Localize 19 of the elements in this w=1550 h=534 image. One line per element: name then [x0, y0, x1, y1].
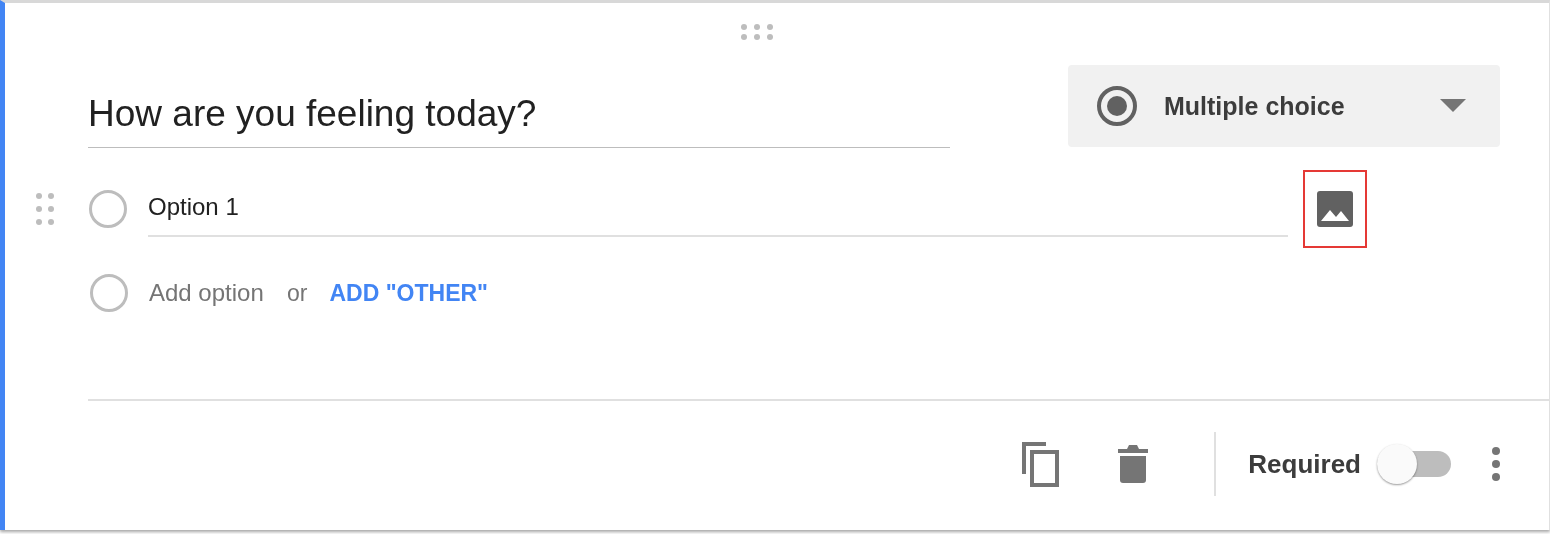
more-options-icon[interactable] — [1491, 447, 1501, 481]
question-title-field[interactable]: How are you feeling today? — [88, 93, 950, 148]
add-image-button[interactable] — [1303, 170, 1367, 248]
copy-icon[interactable] — [1020, 440, 1061, 488]
add-option-field[interactable]: Add option — [149, 279, 275, 307]
radio-icon — [1096, 85, 1138, 127]
drag-handle-icon[interactable] — [36, 193, 54, 225]
radio-circle-icon — [89, 273, 129, 313]
caret-icon — [1440, 99, 1466, 113]
delete-icon[interactable] — [1118, 445, 1149, 483]
radio-circle-icon — [88, 189, 128, 229]
image-icon — [1316, 190, 1354, 228]
required-toggle[interactable] — [1375, 442, 1453, 486]
option-field[interactable]: Option 1 — [148, 181, 1288, 237]
add-other-link[interactable]: ADD "OTHER" — [329, 279, 488, 307]
required-label: Required — [1248, 448, 1361, 480]
or-text: or — [287, 279, 308, 307]
question-type-dropdown[interactable]: Multiple choice — [1068, 65, 1500, 147]
drag-handle-icon[interactable] — [741, 24, 773, 40]
